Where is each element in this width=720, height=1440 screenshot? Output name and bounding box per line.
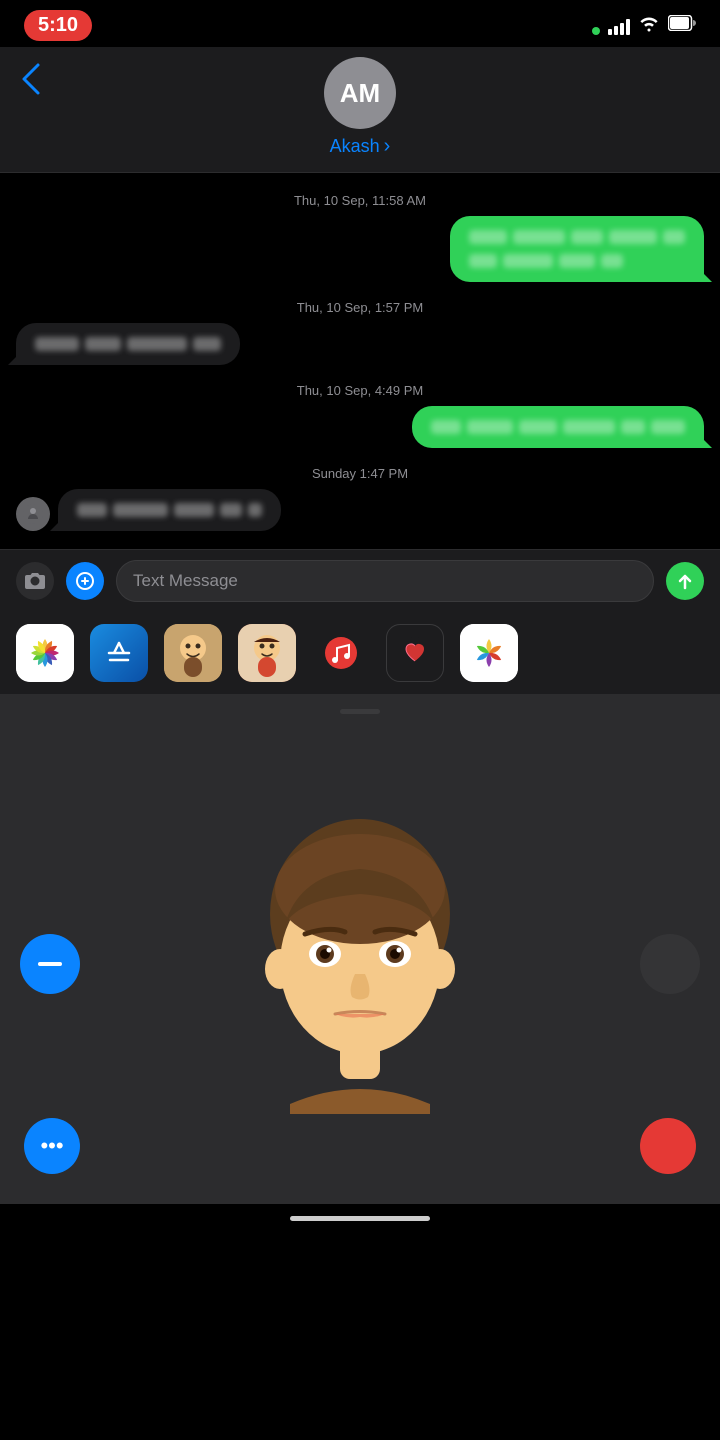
blurred-text [248,503,262,517]
home-indicator [0,1204,720,1229]
memoji1-icon[interactable] [164,624,222,682]
home-line[interactable] [290,1216,430,1221]
blurred-text [77,503,107,517]
send-button[interactable] [666,562,704,600]
memoji-panel: ••• [0,695,720,1204]
signal-icon [608,17,630,35]
blurred-text [563,420,615,434]
contact-name[interactable]: Akash [330,135,391,158]
message-sent-2 [0,406,720,456]
blurred-text [469,230,507,244]
app-icons-row [0,612,720,695]
blurred-text [519,420,557,434]
camera-button[interactable] [16,562,54,600]
blurred-text [467,420,513,434]
wifi-icon [638,14,660,37]
blurred-text [609,230,657,244]
timestamp-4: Sunday 1:47 PM [0,466,720,481]
bubble-received-2[interactable] [58,489,281,531]
memoji-area: ••• [0,724,720,1204]
timestamp-1: Thu, 10 Sep, 11:58 AM [0,193,720,208]
blurred-text [85,337,121,351]
timestamp-3: Thu, 10 Sep, 4:49 PM [0,383,720,398]
dots-label: ••• [40,1133,63,1159]
blurred-text [601,254,623,268]
blurred-text [621,420,645,434]
blurred-text [35,337,79,351]
blurred-text [469,254,497,268]
drag-handle[interactable] [340,709,380,714]
memoji2-icon[interactable] [238,624,296,682]
bubble-received-1[interactable] [16,323,240,365]
blurred-text [193,337,221,351]
input-placeholder: Text Message [133,571,238,591]
blurred-text [113,503,168,517]
blurred-text [571,230,603,244]
avatar: AM [324,57,396,129]
appstore-icon[interactable] [90,624,148,682]
back-button[interactable] [20,61,42,104]
blurred-text [431,420,461,434]
message-received-1 [0,323,720,373]
record-button[interactable] [640,1118,696,1174]
blurred-text [513,230,565,244]
messages-area: Thu, 10 Sep, 11:58 AM Thu, 10 Sep, 1:57 … [0,173,720,549]
memoji-left-button[interactable] [20,934,80,994]
message-sent-1 [0,216,720,290]
status-time: 5:10 [24,10,92,41]
music-icon[interactable] [312,624,370,682]
more-options-button[interactable]: ••• [24,1118,80,1174]
appstore-button[interactable] [66,562,104,600]
status-bar: 5:10 [0,0,720,47]
photos-app-icon[interactable] [16,624,74,682]
memoji-svg [230,814,490,1114]
status-icons [582,14,696,37]
blurred-text [220,503,242,517]
blurred-text [559,254,595,268]
battery-icon [668,15,696,36]
green-dot [592,27,600,35]
memoji-face-container [0,814,720,1114]
bubble-sent-2[interactable] [412,406,704,448]
blurred-text [503,254,553,268]
bottom-buttons: ••• [0,1118,720,1174]
text-message-input[interactable]: Text Message [116,560,654,602]
photos-app-icon-2[interactable] [460,624,518,682]
heart-app-icon[interactable] [386,624,444,682]
input-bar: Text Message [0,549,720,612]
timestamp-2: Thu, 10 Sep, 1:57 PM [0,300,720,315]
mini-avatar [16,497,50,531]
message-received-2 [0,489,720,539]
blurred-text [127,337,187,351]
memoji-right-button[interactable] [640,934,700,994]
blurred-text [663,230,685,244]
green-dot-indicator [582,17,600,35]
bubble-sent-1[interactable] [450,216,704,282]
blurred-text [651,420,685,434]
header: AM Akash [0,47,720,173]
blurred-text [174,503,214,517]
